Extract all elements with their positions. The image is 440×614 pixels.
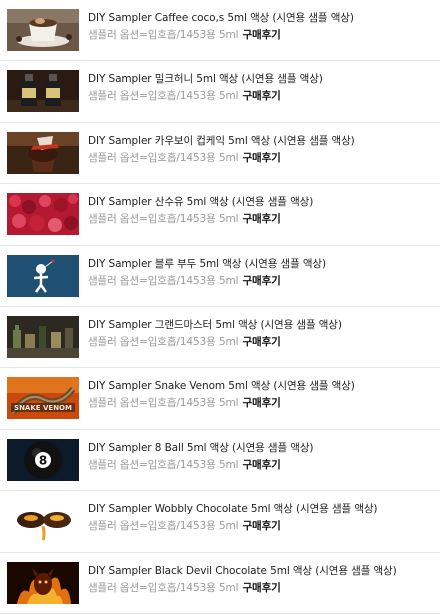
product-name[interactable]: DIY Sampler 블루 부두 5ml 액상 (시연용 샘플 액상) [88,256,436,271]
cupcake-thumbnail[interactable] [7,131,79,174]
product-option: 샘플러 옵션=입호흡/1453용 5ml [88,520,239,533]
product-option-row: 샘플러 옵션=입호흡/1453용 5ml 구매후기 [88,518,436,533]
list-item[interactable]: DIY Sampler Black Devil Chocolate 5ml 액상… [0,553,440,614]
product-option-row: 샘플러 옵션=입호흡/1453용 5ml 구매후기 [88,580,436,595]
product-option-row: 샘플러 옵션=입호흡/1453용 5ml 구매후기 [88,88,436,103]
review-link[interactable]: 구매후기 [243,459,281,471]
snake-venom-thumbnail[interactable]: SNAKE VENOM [7,377,79,420]
review-link[interactable]: 구매후기 [243,397,281,409]
product-option-row: 샘플러 옵션=입호흡/1453용 5ml 구매후기 [88,457,436,472]
product-name[interactable]: DIY Sampler 카우보이 컵케익 5ml 액상 (시연용 샘플 액상) [88,133,436,148]
product-option: 샘플러 옵션=입호흡/1453용 5ml [88,581,239,594]
list-item[interactable]: DIY Sampler 블루 부두 5ml 액상 (시연용 샘플 액상) 샘플러… [0,246,440,307]
product-name[interactable]: DIY Sampler 산수유 5ml 액상 (시연용 샘플 액상) [88,194,436,209]
list-item[interactable]: 8 DIY Sampler 8 Ball 5ml 액상 (시연용 샘플 액상) … [0,430,440,492]
review-link[interactable]: 구매후기 [243,336,281,348]
product-option-row: 샘플러 옵션=입호흡/1453용 5ml 구매후기 [88,150,436,165]
product-name[interactable]: DIY Sampler 8 Ball 5ml 액상 (시연용 샘플 액상) [88,440,436,455]
product-option-row: 샘플러 옵션=입호흡/1453용 5ml 구매후기 [88,211,436,226]
product-option: 샘플러 옵션=입호흡/1453용 5ml [88,274,239,287]
eight-ball-number: 8 [39,453,47,467]
review-link[interactable]: 구매후기 [243,213,281,225]
product-option: 샘플러 옵션=입호흡/1453용 5ml [88,151,239,164]
product-name[interactable]: DIY Sampler Caffee coco,s 5ml 액상 (시연용 샘플… [88,10,436,25]
product-option: 샘플러 옵션=입호흡/1453용 5ml [88,397,239,410]
shelf-bottles-thumbnail[interactable] [7,315,79,358]
voodoo-doll-thumbnail[interactable] [7,254,79,297]
list-item[interactable]: DIY Sampler Caffee coco,s 5ml 액상 (시연용 샘플… [0,0,440,62]
product-review-list: DIY Sampler Caffee coco,s 5ml 액상 (시연용 샘플… [0,0,440,614]
chocolate-thumbnail[interactable] [7,500,79,543]
product-option: 샘플러 옵션=입호흡/1453용 5ml [88,458,239,471]
list-item[interactable]: DIY Sampler Wobbly Chocolate 5ml 액상 (시연용… [0,491,440,553]
product-name[interactable]: DIY Sampler Wobbly Chocolate 5ml 액상 (시연용… [88,501,436,516]
list-item[interactable]: DIY Sampler 산수유 5ml 액상 (시연용 샘플 액상) 샘플러 옵… [0,184,440,246]
product-option-row: 샘플러 옵션=입호흡/1453용 5ml 구매후기 [88,27,436,42]
product-option-row: 샘플러 옵션=입호흡/1453용 5ml 구매후기 [88,334,436,349]
product-option-row: 샘플러 옵션=입호흡/1453용 5ml 구매후기 [88,273,436,288]
list-item[interactable]: SNAKE VENOM DIY Sampler Snake Venom 5ml … [0,368,440,430]
product-name[interactable]: DIY Sampler Black Devil Chocolate 5ml 액상… [88,563,436,578]
devil-fire-thumbnail[interactable] [7,561,79,604]
review-link[interactable]: 구매후기 [243,152,281,164]
liquid-bottles-thumbnail[interactable] [7,70,79,113]
product-option: 샘플러 옵션=입호흡/1453용 5ml [88,213,239,226]
product-name[interactable]: DIY Sampler 밀크허니 5ml 액상 (시연용 샘플 액상) [88,71,436,86]
red-berries-thumbnail[interactable] [7,193,79,236]
product-option: 샘플러 옵션=입호흡/1453용 5ml [88,29,239,41]
list-item[interactable]: DIY Sampler 카우보이 컵케익 5ml 액상 (시연용 샘플 액상) … [0,123,440,185]
product-option-row: 샘플러 옵션=입호흡/1453용 5ml 구매후기 [88,395,436,410]
list-item[interactable]: DIY Sampler 그랜드마스터 5ml 액상 (시연용 샘플 액상) 샘플… [0,307,440,369]
list-item[interactable]: DIY Sampler 밀크허니 5ml 액상 (시연용 샘플 액상) 샘플러 … [0,61,440,123]
product-option: 샘플러 옵션=입호흡/1453용 5ml [88,90,239,103]
review-link[interactable]: 구매후기 [243,582,281,594]
thumb-caption: SNAKE VENOM [14,404,72,412]
product-name[interactable]: DIY Sampler Snake Venom 5ml 액상 (시연용 샘플 액… [88,378,436,393]
review-link[interactable]: 구매후기 [243,29,281,41]
review-link[interactable]: 구매후기 [243,520,281,532]
product-name[interactable]: DIY Sampler 그랜드마스터 5ml 액상 (시연용 샘플 액상) [88,317,436,332]
product-option: 샘플러 옵션=입호흡/1453용 5ml [88,335,239,348]
eight-ball-thumbnail[interactable]: 8 [7,438,79,481]
review-link[interactable]: 구매후기 [243,90,281,102]
coffee-cup-thumbnail[interactable] [7,9,79,51]
review-link[interactable]: 구매후기 [243,275,281,287]
